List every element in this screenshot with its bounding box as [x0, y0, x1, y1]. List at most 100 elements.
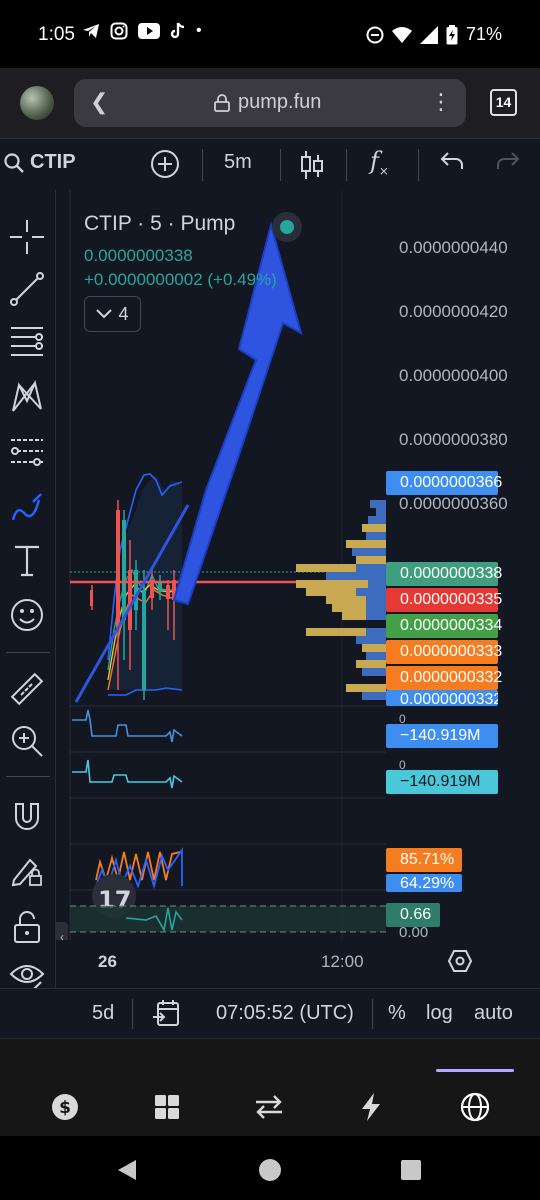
home-nav-button[interactable] [258, 1158, 282, 1187]
interval-button[interactable]: 5m [224, 151, 252, 174]
legend-change: +0.0000000002 (+0.49%) [84, 270, 277, 289]
battery-percent: 71% [465, 24, 502, 44]
trendline-tool[interactable] [6, 268, 48, 310]
chart-toolbar: CTIP 5m f× [0, 138, 540, 190]
osc-band [70, 906, 386, 932]
redo-button[interactable] [496, 151, 520, 177]
price-tag: 0.0000000334 [386, 614, 502, 638]
nav-advanced[interactable] [346, 1087, 396, 1127]
signal-icon [419, 25, 438, 44]
range-separator [372, 999, 373, 1029]
crosshair-tool[interactable] [6, 216, 48, 258]
notification-icons: • [82, 22, 202, 40]
status-time: 1:05 [38, 24, 75, 45]
more-vert-icon[interactable]: ⋮ [430, 89, 452, 115]
lock-drawings-tool[interactable] [6, 906, 48, 948]
symbol-search-button[interactable]: CTIP [4, 151, 76, 174]
undo-button[interactable] [440, 151, 464, 177]
unlock-icon [14, 911, 40, 943]
magnet-tool[interactable] [6, 796, 48, 838]
time-label: 12:00 [321, 952, 364, 971]
plus-circle-icon [151, 150, 179, 178]
browser-bar: ❮ pump.fun ⋮ 14 [0, 68, 540, 138]
redo-icon [497, 152, 520, 169]
live-dot-icon [280, 220, 294, 234]
indicators-collapse-button[interactable]: 4 [84, 296, 141, 332]
volume-tag: −140.919M [386, 724, 498, 748]
toolbar-separator [202, 149, 203, 181]
globe-icon [460, 1092, 490, 1122]
site-avatar[interactable] [20, 86, 54, 120]
brush-tool[interactable] [6, 486, 48, 528]
text-tool[interactable] [6, 540, 48, 582]
pencil-lock-icon [11, 858, 42, 887]
projection-tool[interactable] [6, 430, 48, 472]
status-bar: 1:05 • 71% [0, 0, 540, 68]
tool-divider [6, 652, 50, 653]
wifi-icon [391, 26, 412, 43]
chart-legend-title[interactable]: CTIP · 5 · Pump [84, 212, 235, 236]
chart-settings-button[interactable] [447, 949, 473, 978]
dot-icon: • [196, 22, 202, 39]
price-tag: 0.0000000332 [386, 666, 502, 690]
log-toggle[interactable]: log [426, 1002, 453, 1025]
address-bar[interactable]: ❮ pump.fun ⋮ [74, 79, 466, 127]
function-icon: f× [370, 147, 389, 178]
lock-icon [214, 93, 230, 112]
emoji-tool[interactable] [6, 594, 48, 636]
oscillator-tag: 64.29% [386, 874, 462, 892]
dnd-icon [366, 26, 384, 43]
status-right: 71% [366, 24, 502, 45]
market-status-indicator[interactable] [272, 212, 302, 242]
tool-divider [6, 776, 50, 777]
back-icon[interactable]: ❮ [90, 89, 108, 115]
price-tag: 0.0000000338 [386, 562, 502, 586]
time-axis[interactable]: 26 12:00 [56, 940, 540, 988]
volume-line-1 [72, 709, 183, 743]
volume-tag: −140.919M [386, 770, 498, 794]
indicators-button[interactable]: f× [370, 147, 389, 178]
text-icon [15, 545, 39, 577]
nav-board[interactable] [142, 1087, 192, 1127]
goto-date-button[interactable] [152, 999, 180, 1033]
square-recents-icon [401, 1160, 421, 1180]
volume-line-2 [72, 759, 183, 789]
magnet-icon [15, 803, 39, 830]
zoom-tool[interactable] [6, 720, 48, 762]
chart-pane[interactable]: 17 CTIP · 5 · Pump 0.0000000338 +0.00000… [56, 190, 540, 988]
range-button[interactable]: 5d [92, 1002, 114, 1025]
nav-coins[interactable]: $ [40, 1087, 90, 1127]
nav-swap[interactable] [244, 1087, 294, 1127]
volume-profile [296, 500, 386, 700]
grid-icon [155, 1095, 179, 1119]
toolbar-separator [346, 149, 347, 181]
toolbar-separator [418, 149, 419, 181]
youtube-icon [138, 23, 160, 39]
nav-browser[interactable] [450, 1087, 500, 1127]
system-navigation-bar [0, 1136, 540, 1200]
utc-clock[interactable]: 07:05:52 (UTC) [216, 1002, 354, 1025]
lightning-icon [362, 1093, 380, 1121]
price-tag: 0.0000000366 [386, 471, 502, 495]
crosshair-icon [10, 220, 44, 254]
price-axis-label: 0.0000000440 [399, 238, 508, 257]
chart-type-button[interactable] [300, 149, 324, 187]
brush-icon [11, 493, 42, 521]
price-axis-label: 0.0000000400 [399, 366, 508, 385]
fib-tool[interactable] [6, 320, 48, 362]
drawing-toolbar [0, 190, 56, 1050]
stay-drawing-tool[interactable] [6, 850, 48, 892]
undo-icon [440, 152, 463, 169]
svg-text:$: $ [59, 1098, 71, 1118]
compare-button[interactable] [150, 149, 180, 185]
price-axis-label: 0.0000000420 [399, 302, 508, 321]
back-nav-button[interactable] [116, 1158, 138, 1187]
pattern-tool[interactable] [6, 376, 48, 418]
measure-tool[interactable] [6, 668, 48, 710]
recents-nav-button[interactable] [400, 1159, 422, 1186]
ruler-icon [10, 672, 44, 706]
auto-toggle[interactable]: auto [474, 1002, 513, 1025]
tab-count-button[interactable]: 14 [490, 89, 517, 116]
url-display[interactable]: pump.fun [214, 91, 321, 114]
percent-toggle[interactable]: % [388, 1002, 406, 1025]
